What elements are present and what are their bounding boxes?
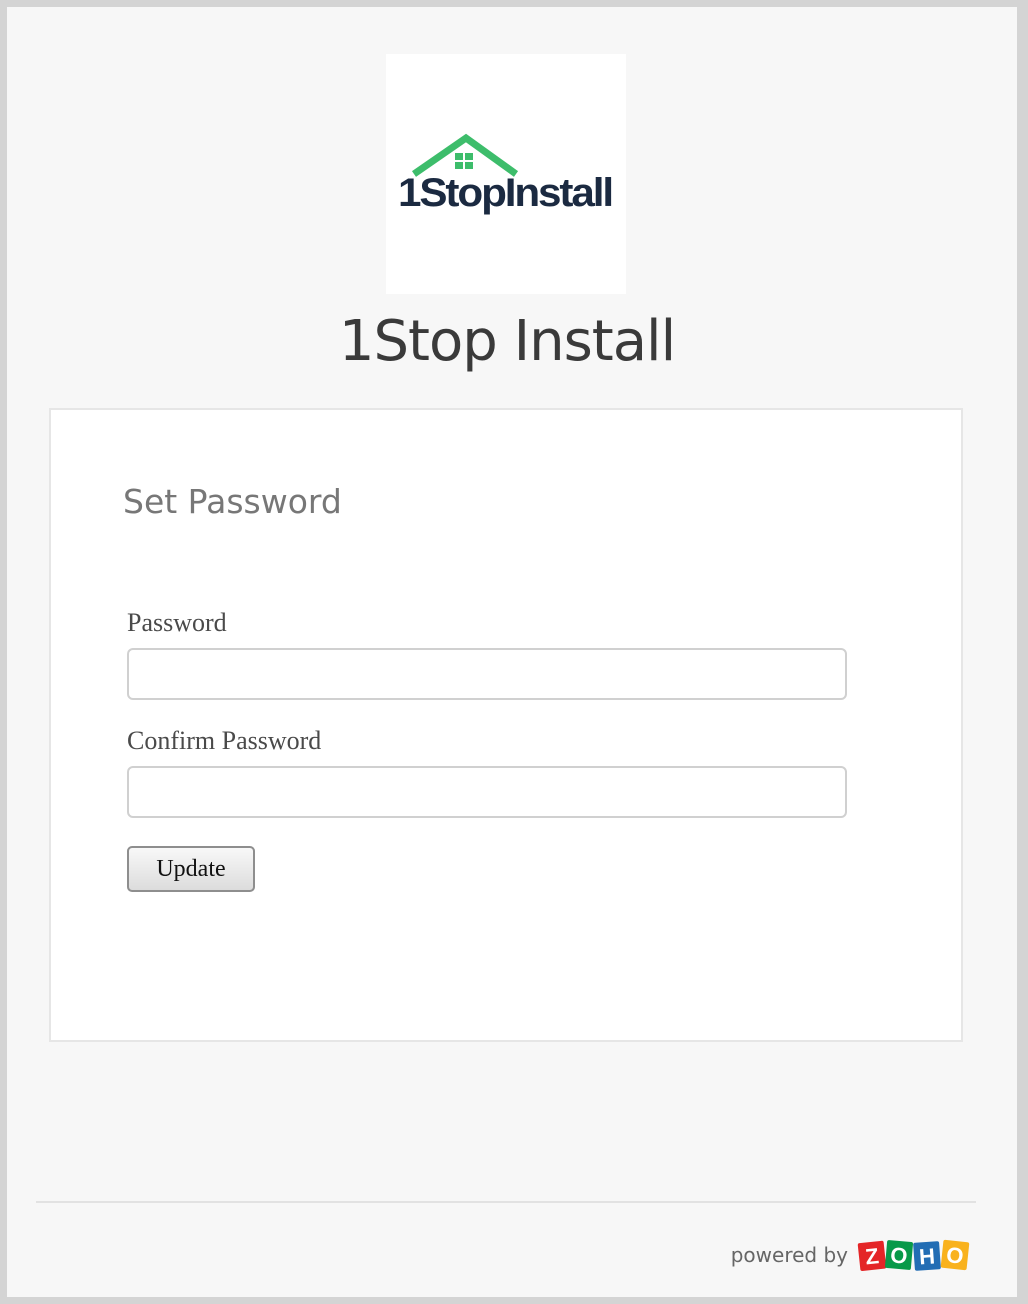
- form-title: Set Password: [123, 482, 342, 521]
- zoho-letter-z: Z: [864, 1243, 880, 1269]
- confirm-password-input[interactable]: [127, 766, 847, 818]
- page-background: 1StopInstall 1Stop Install Set Password …: [7, 7, 1017, 1297]
- organization-name: 1Stop Install: [338, 309, 676, 374]
- confirm-password-label: Confirm Password: [127, 726, 322, 755]
- zoho-letter-h: H: [918, 1243, 936, 1269]
- password-label: Password: [127, 608, 227, 637]
- house-roof-logo-icon: 1StopInstall: [398, 133, 614, 215]
- logo-wordmark: 1StopInstall: [398, 171, 612, 215]
- update-button[interactable]: Update: [127, 846, 255, 892]
- org-logo: 1StopInstall: [386, 54, 626, 294]
- password-input[interactable]: [127, 648, 847, 700]
- powered-by-text: powered by: [730, 1243, 848, 1267]
- footer-divider: [36, 1201, 976, 1203]
- powered-by-zoho[interactable]: powered by Z O H O: [731, 1235, 972, 1275]
- zoho-logo-icon: Z O H O: [857, 1239, 970, 1271]
- zoho-letter-o1: O: [889, 1242, 908, 1268]
- zoho-letter-o2: O: [945, 1242, 965, 1269]
- set-password-card: Set Password Password Confirm Password U…: [49, 408, 963, 1042]
